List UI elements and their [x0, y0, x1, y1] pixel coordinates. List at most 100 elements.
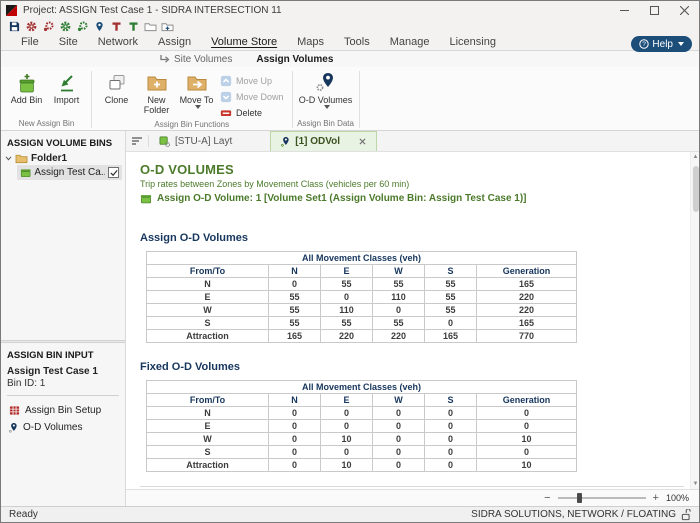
site-tree-button[interactable] — [110, 20, 123, 33]
sidebar: ASSIGN VOLUME BINS Folder1 Assign Test C… — [1, 131, 126, 506]
menu-licensing[interactable]: Licensing — [439, 36, 505, 48]
table-row: W 0 10 0 0 10 — [146, 432, 577, 446]
cell: 0 — [320, 290, 373, 304]
red-gear-icon — [26, 21, 37, 32]
site-settings-button[interactable] — [25, 20, 38, 33]
tab-odvol-active[interactable]: [1] ODVol — [270, 131, 378, 151]
ribbon-group-label: Assign Bin Functions — [154, 120, 230, 129]
table-row: Attraction 165 220 220 165 770 — [146, 329, 577, 343]
clone-button[interactable]: Clone — [97, 70, 136, 105]
od-volume-button[interactable] — [93, 20, 106, 33]
panel-header: ASSIGN VOLUME BINS — [7, 138, 113, 149]
network-clone-button[interactable] — [76, 20, 89, 33]
od-pin-icon — [281, 137, 289, 147]
tree-item-folder1[interactable]: Folder1 — [1, 152, 125, 165]
od-volumes-button[interactable]: O-D Volumes — [298, 70, 354, 109]
cell: 0 — [268, 432, 321, 446]
ribbon-separator — [91, 71, 92, 128]
bin-checkbox-checked[interactable] — [108, 167, 119, 178]
delete-button[interactable]: Delete — [217, 105, 287, 120]
maximize-button[interactable] — [639, 1, 669, 19]
tab-close-button[interactable] — [359, 138, 366, 145]
cell: 55 — [268, 290, 321, 304]
close-button[interactable] — [669, 1, 699, 19]
od-volumes-report: O-D VOLUMES Trip rates between Zones by … — [126, 152, 690, 489]
move-up-icon — [220, 75, 232, 86]
zoom-slider[interactable] — [557, 493, 646, 503]
chevron-down-icon — [678, 42, 684, 46]
delete-icon — [220, 109, 232, 116]
menu-site[interactable]: Site — [49, 36, 88, 48]
move-to-button[interactable]: Move To — [177, 70, 216, 109]
cell: 10 — [476, 432, 577, 446]
scroll-down-icon[interactable]: ▼ — [692, 481, 699, 487]
ribbon-tab-strip: Site Volumes Assign Volumes — [1, 51, 699, 67]
check-icon — [109, 169, 118, 176]
cell: 0 — [372, 432, 425, 446]
tab-site-volumes[interactable]: Site Volumes — [149, 54, 242, 65]
cell: 0 — [268, 419, 321, 433]
red-tree-icon — [112, 22, 121, 31]
tab-stu-a-layout[interactable]: [STU-A] Layt — [149, 131, 242, 151]
import-icon — [60, 75, 73, 92]
help-button[interactable]: ? Help — [631, 36, 692, 52]
cell: 10 — [320, 458, 373, 472]
zoom-in-button[interactable]: + — [653, 492, 659, 504]
green-tree-icon — [129, 22, 138, 31]
network-tree-button[interactable] — [127, 20, 140, 33]
move-down-button[interactable]: Move Down — [217, 89, 287, 104]
cell: 0 — [372, 445, 425, 459]
zoom-out-button[interactable]: − — [544, 492, 550, 504]
tab-list-button[interactable] — [126, 131, 148, 151]
chevron-down-icon — [194, 105, 201, 109]
scrollbar-thumb[interactable] — [692, 166, 699, 212]
main-area: ASSIGN VOLUME BINS Folder1 Assign Test C… — [1, 131, 699, 506]
cell: 0 — [320, 419, 373, 433]
cell: 220 — [320, 329, 373, 343]
menu-manage[interactable]: Manage — [380, 36, 440, 48]
import-button[interactable]: Import — [47, 70, 86, 105]
menu-assign[interactable]: Assign — [148, 36, 201, 48]
new-folder-button[interactable]: New Folder — [137, 70, 176, 115]
recent-files-button[interactable] — [161, 20, 174, 33]
menu-maps[interactable]: Maps — [287, 36, 334, 48]
panel-header: ASSIGN BIN INPUT — [7, 350, 94, 361]
open-folder-button[interactable] — [144, 20, 157, 33]
add-bin-button[interactable]: Add Bin — [7, 70, 46, 105]
zoom-slider-thumb[interactable] — [576, 493, 582, 503]
save-button[interactable] — [8, 20, 21, 33]
tree-item-assign-test-case[interactable]: Assign Test Ca... — [17, 165, 122, 180]
cell: 220 — [476, 290, 577, 304]
menu-volume-store[interactable]: Volume Store — [201, 36, 287, 48]
vertical-scrollbar[interactable]: ▲ ▼ — [690, 152, 699, 489]
table-group-header: All Movement Classes (veh) — [146, 380, 577, 394]
tab-assign-volumes[interactable]: Assign Volumes — [246, 54, 343, 65]
menu-network[interactable]: Network — [88, 36, 148, 48]
sidebar-item-od-volumes[interactable]: O-D Volumes — [1, 419, 125, 436]
sidebar-item-assign-bin-setup[interactable]: Assign Bin Setup — [1, 402, 125, 419]
cell: 55 — [424, 303, 477, 317]
cell: 55 — [372, 316, 425, 330]
table-row: S00000 — [146, 445, 577, 459]
site-clone-button[interactable] — [42, 20, 55, 33]
tab-label: [STU-A] Layt — [175, 135, 233, 147]
ribbon-group-label: Assign Bin Data — [297, 119, 354, 128]
cell: 0 — [476, 406, 577, 420]
scroll-up-icon[interactable]: ▲ — [692, 154, 699, 160]
section-heading: Assign O-D Volumes — [140, 232, 248, 244]
document-viewport: O-D VOLUMES Trip rates between Zones by … — [126, 152, 699, 489]
cell: 0 — [268, 445, 321, 459]
volume-line-label: Assign O-D Volume: 1 [Volume Set1 (Assig… — [157, 193, 527, 204]
cell: 10 — [476, 458, 577, 472]
cell: 0 — [424, 406, 477, 420]
minimize-button[interactable] — [609, 1, 639, 19]
move-up-button[interactable]: Move Up — [217, 73, 287, 88]
row-label: W — [146, 432, 269, 446]
od-volumes-label: O-D Volumes — [298, 95, 354, 109]
menu-file[interactable]: File — [11, 36, 49, 48]
sidebar-item-label: O-D Volumes — [23, 422, 83, 433]
divider — [140, 486, 684, 487]
svg-text:?: ? — [643, 41, 647, 48]
network-settings-button[interactable] — [59, 20, 72, 33]
menu-tools[interactable]: Tools — [334, 36, 380, 48]
